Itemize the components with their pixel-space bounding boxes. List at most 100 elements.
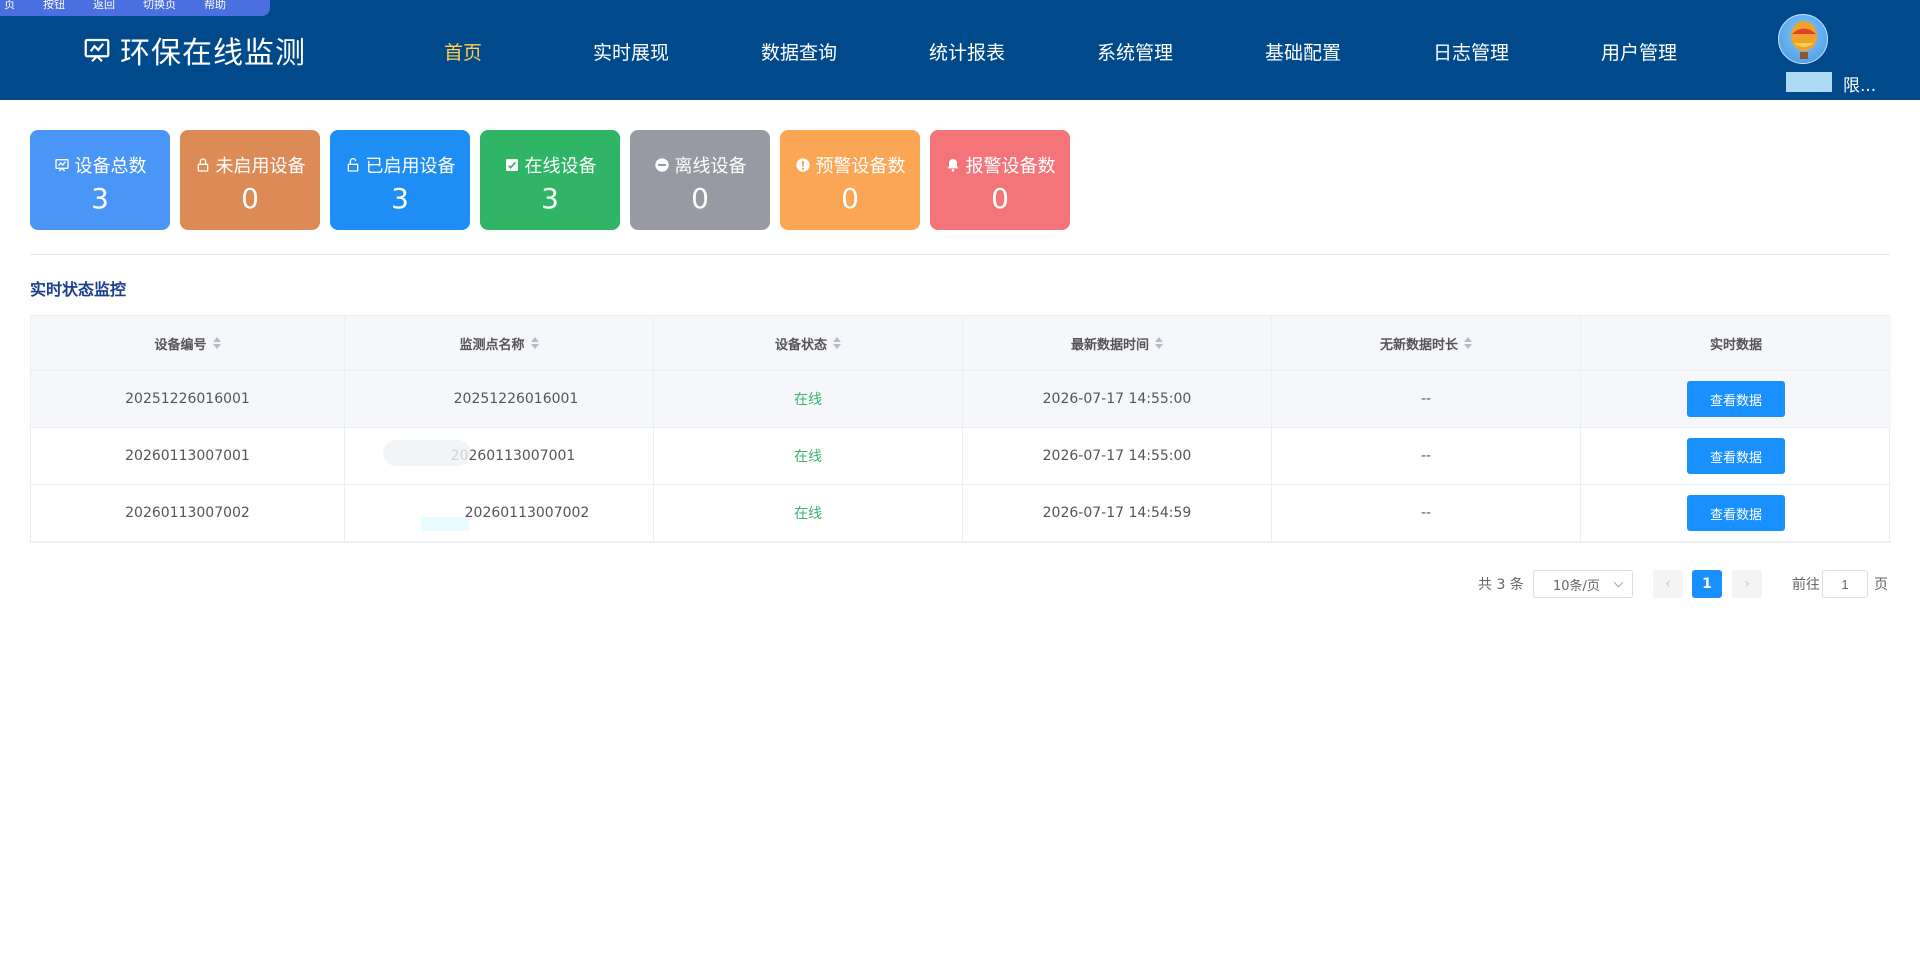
- column-header-no-data-duration[interactable]: 无新数据时长: [1272, 316, 1581, 371]
- mini-toolbar-item[interactable]: 返回: [93, 0, 115, 10]
- sort-icon[interactable]: [833, 337, 841, 349]
- view-data-button[interactable]: 查看数据: [1687, 438, 1785, 474]
- goto-label: 前往: [1792, 577, 1820, 593]
- sort-icon[interactable]: [1464, 337, 1472, 349]
- stat-value: 3: [391, 182, 409, 215]
- stat-label: 已启用设备: [365, 156, 456, 177]
- cell-point-name-text: 20260113007002: [464, 505, 590, 521]
- table-row[interactable]: 20251226016001 20251226016001 在线 2026-07…: [31, 371, 1891, 428]
- check-square-icon: [504, 157, 520, 173]
- cell-device-id: 20251226016001: [31, 371, 345, 428]
- stat-value: 3: [91, 182, 109, 215]
- nav-item-users[interactable]: 用户管理: [1601, 38, 1677, 65]
- nav-item-home[interactable]: 首页: [444, 38, 482, 65]
- page-size-value: 10条/页: [1553, 578, 1600, 594]
- mini-toolbar-item[interactable]: 按钮: [43, 0, 65, 10]
- brand[interactable]: 环保在线监测: [82, 28, 306, 72]
- app-title: 环保在线监测: [120, 36, 306, 71]
- page-size-select[interactable]: 10条/页: [1533, 570, 1633, 598]
- monitor-icon: [82, 35, 112, 65]
- stat-value: 3: [541, 182, 559, 215]
- cell-point-name: 20251226016001: [345, 371, 654, 428]
- table-row[interactable]: 20260113007001 20260113007001 在线 2026-07…: [31, 428, 1891, 485]
- monitor-icon: [54, 157, 70, 173]
- stat-value: 0: [241, 182, 259, 215]
- avatar[interactable]: [1778, 14, 1828, 64]
- stat-card-warning[interactable]: 预警设备数 0: [780, 130, 920, 230]
- goto-page-input[interactable]: [1822, 570, 1868, 598]
- cell-status: 在线: [654, 428, 963, 485]
- nav-item-reports[interactable]: 统计报表: [929, 38, 1005, 65]
- column-header-label: 实时数据: [1709, 337, 1762, 353]
- nav-item-realtime[interactable]: 实时展现: [593, 38, 669, 65]
- sort-icon[interactable]: [530, 337, 539, 349]
- next-page-button[interactable]: ›: [1732, 570, 1762, 598]
- mini-toolbar-item[interactable]: 切换页: [143, 0, 176, 10]
- cell-device-id: 20260113007001: [31, 428, 345, 485]
- mini-toolbar-item[interactable]: 页: [4, 0, 15, 10]
- nav-item-data-query[interactable]: 数据查询: [761, 38, 837, 65]
- stat-label: 在线设备: [524, 156, 597, 177]
- column-header-label: 设备状态: [774, 337, 827, 353]
- column-header-label: 最新数据时间: [1070, 337, 1149, 353]
- stat-card-alarm[interactable]: 报警设备数 0: [930, 130, 1070, 230]
- mini-toolbar: 页 按钮 返回 切换页 帮助: [0, 0, 270, 16]
- table-header: 设备编号 监测点名称 设备状态 最新数据时间 无新数据时长 实时数据: [31, 316, 1891, 371]
- stat-card-disabled[interactable]: 未启用设备 0: [180, 130, 320, 230]
- column-header-point-name[interactable]: 监测点名称: [345, 316, 654, 371]
- nav-item-config[interactable]: 基础配置: [1265, 38, 1341, 65]
- stat-value: 0: [991, 182, 1009, 215]
- view-data-button[interactable]: 查看数据: [1687, 495, 1785, 531]
- chevron-left-icon: ‹: [1665, 576, 1671, 592]
- sort-icon[interactable]: [212, 337, 221, 349]
- chevron-right-icon: ›: [1744, 576, 1750, 592]
- column-header-last-time[interactable]: 最新数据时间: [963, 316, 1272, 371]
- cell-last-time: 2026-07-17 14:54:59: [963, 485, 1272, 542]
- cell-realtime: 查看数据: [1581, 485, 1891, 542]
- cell-device-id: 20260113007002: [31, 485, 345, 542]
- stat-card-offline[interactable]: 离线设备 0: [630, 130, 770, 230]
- nav-item-logs[interactable]: 日志管理: [1433, 38, 1509, 65]
- stat-card-total[interactable]: 设备总数 3: [30, 130, 170, 230]
- cell-realtime: 查看数据: [1581, 428, 1891, 485]
- nav-item-system[interactable]: 系统管理: [1097, 38, 1173, 65]
- chevron-down-icon: [1613, 577, 1624, 588]
- page-number-button[interactable]: 1: [1692, 570, 1722, 598]
- unlock-icon: [345, 157, 361, 173]
- bell-icon: [945, 157, 961, 173]
- cell-last-time: 2026-07-17 14:55:00: [963, 428, 1272, 485]
- column-header-label: 设备编号: [154, 337, 207, 353]
- column-header-status[interactable]: 设备状态: [654, 316, 963, 371]
- cell-no-data-duration: --: [1272, 485, 1581, 542]
- cell-no-data-duration: --: [1272, 371, 1581, 428]
- stat-card-online[interactable]: 在线设备 3: [480, 130, 620, 230]
- cell-last-time: 2026-07-17 14:55:00: [963, 371, 1272, 428]
- user-name-mask: [1786, 72, 1832, 92]
- column-header-label: 无新数据时长: [1379, 337, 1458, 353]
- cell-realtime: 查看数据: [1581, 371, 1891, 428]
- cell-no-data-duration: --: [1272, 428, 1581, 485]
- sort-icon[interactable]: [1155, 337, 1163, 349]
- top-header: 环保在线监测 首页 实时展现 数据查询 统计报表 系统管理 基础配置 日志管理 …: [0, 0, 1920, 100]
- minus-circle-icon: [654, 157, 670, 173]
- prev-page-button[interactable]: ‹: [1653, 570, 1683, 598]
- warning-circle-icon: [795, 157, 811, 173]
- stat-label: 设备总数: [74, 156, 147, 177]
- column-header-device-id[interactable]: 设备编号: [31, 316, 345, 371]
- table-row[interactable]: 20260113007002 20260113007002 在线 2026-07…: [31, 485, 1891, 542]
- stat-value: 0: [841, 182, 859, 215]
- column-header-label: 监测点名称: [459, 337, 525, 353]
- stat-value: 0: [691, 182, 709, 215]
- section-title: 实时状态监控: [30, 280, 127, 299]
- pagination-total: 共 3 条: [1478, 577, 1524, 593]
- mini-toolbar-item[interactable]: 帮助: [204, 0, 226, 10]
- lock-icon: [195, 157, 211, 173]
- stat-card-enabled[interactable]: 已启用设备 3: [330, 130, 470, 230]
- cell-status: 在线: [654, 485, 963, 542]
- cell-status: 在线: [654, 371, 963, 428]
- stat-label: 未启用设备: [215, 156, 306, 177]
- stat-label: 预警设备数: [815, 156, 906, 177]
- user-name[interactable]: 限...: [1843, 71, 1876, 96]
- view-data-button[interactable]: 查看数据: [1687, 381, 1785, 417]
- column-header-realtime: 实时数据: [1581, 316, 1891, 371]
